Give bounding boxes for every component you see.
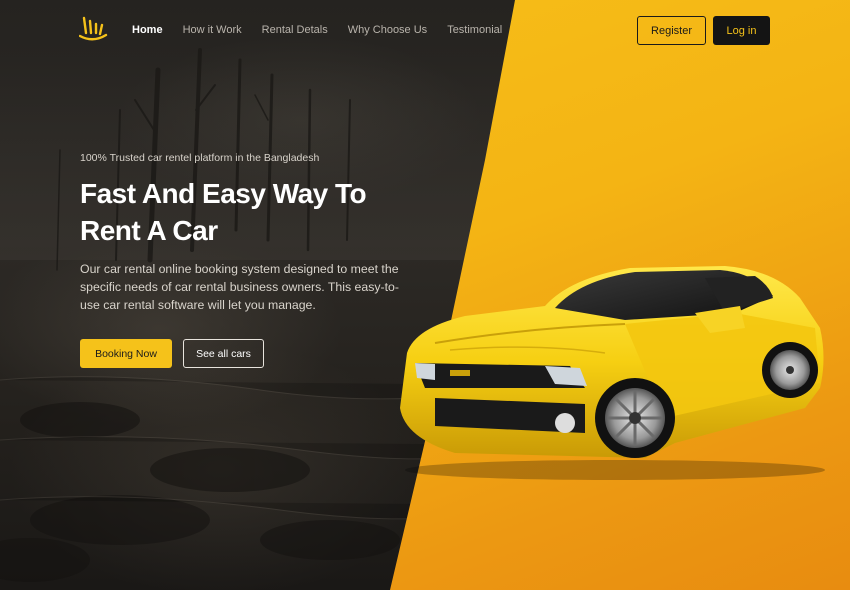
nav-item-rental-details[interactable]: Rental Detals: [262, 24, 328, 36]
hero-headline: Fast And Easy Way To Rent A Car: [80, 178, 367, 246]
hand-logo-icon[interactable]: [79, 16, 109, 44]
yellow-sports-car-image: [400, 266, 825, 480]
hero-tagline: 100% Trusted car rentel platform in the …: [80, 152, 320, 164]
hero-description: Our car rental online booking system des…: [80, 262, 399, 312]
booking-now-button[interactable]: Booking Now: [80, 339, 172, 368]
login-button[interactable]: Log in: [713, 16, 770, 45]
nav-item-how-it-work[interactable]: How it Work: [183, 24, 242, 36]
main-navigation: Home How it Work Rental Detals Why Choos…: [132, 24, 502, 36]
nav-item-testimonial[interactable]: Testimonial: [447, 24, 502, 36]
see-all-cars-button[interactable]: See all cars: [183, 339, 264, 368]
nav-item-home[interactable]: Home: [132, 24, 163, 36]
register-button[interactable]: Register: [637, 16, 706, 45]
nav-item-why-choose-us[interactable]: Why Choose Us: [348, 24, 427, 36]
